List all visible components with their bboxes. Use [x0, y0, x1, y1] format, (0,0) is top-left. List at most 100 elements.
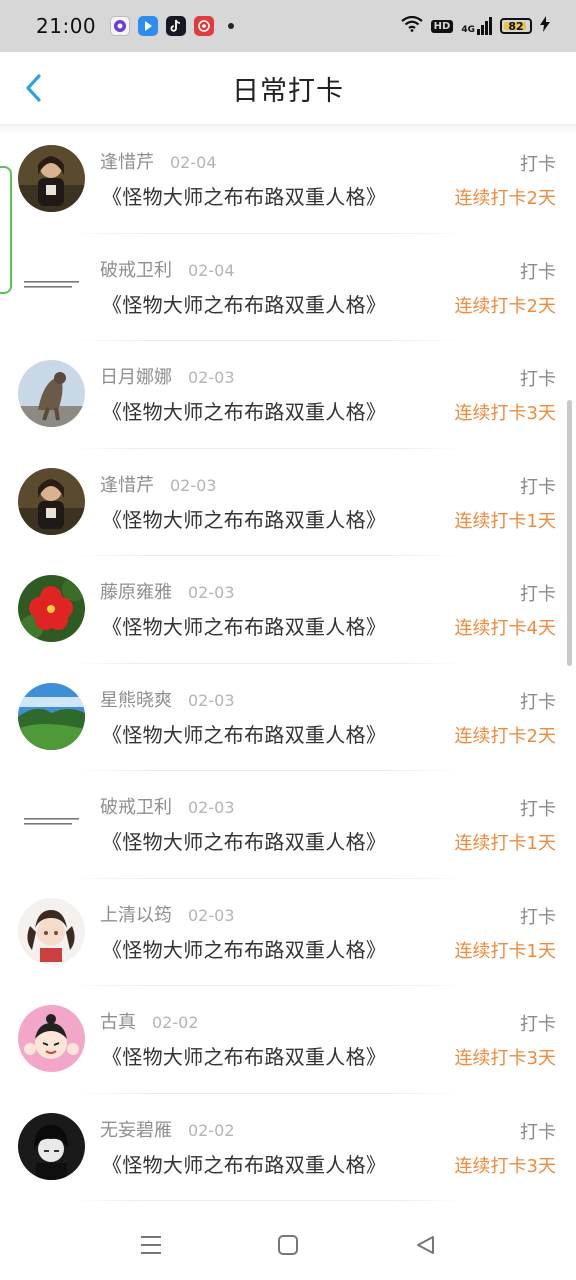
checkin-label: 打卡 [520, 906, 556, 928]
avatar-dark-anime[interactable] [18, 1112, 85, 1180]
streak-text: 连续打卡3天 [454, 1155, 556, 1177]
avatar-red-flower[interactable] [18, 575, 85, 642]
back-triangle-icon [417, 1236, 434, 1254]
checkin-row[interactable]: 上清以筠 02-03 《怪物大师之布布路双重人格》 打卡 连续打卡1天 [0, 879, 576, 986]
book-title[interactable]: 《怪物大师之布布路双重人格》 [102, 826, 386, 855]
checkin-row[interactable]: 逢惜芹 02-04 《怪物大师之布布路双重人格》 打卡 连续打卡2天 [0, 126, 576, 234]
wifi-icon [400, 15, 423, 36]
checkin-row[interactable]: 古真 02-02 《怪物大师之布布路双重人格》 打卡 连续打卡3天 [0, 986, 576, 1094]
book-title[interactable]: 《怪物大师之布布路双重人格》 [102, 396, 386, 425]
charging-icon [540, 16, 550, 36]
avatar-text-note[interactable] [18, 790, 85, 857]
page-header: 日常打卡 [0, 52, 576, 124]
name-line: 逢惜芹 02-04 [100, 148, 217, 174]
play-store-icon [138, 16, 159, 36]
streak-text: 连续打卡3天 [454, 403, 556, 424]
username[interactable]: 星熊晓爽 [100, 686, 172, 712]
name-line: 破戒卫利 02-04 [100, 256, 235, 282]
username[interactable]: 无妄碧雁 [100, 1116, 172, 1142]
name-line: 藤原雍雅 02-03 [100, 578, 235, 604]
battery-level: 82 [508, 19, 524, 33]
name-line: 上清以筠 02-03 [100, 901, 235, 927]
avatar-cat[interactable] [18, 360, 85, 427]
avatar-text-note[interactable] [18, 252, 85, 320]
checkin-label: 打卡 [520, 261, 556, 283]
checkin-label: 打卡 [520, 691, 556, 713]
checkin-date: 02-03 [188, 690, 235, 710]
checkin-date: 02-03 [188, 798, 235, 817]
checkin-label: 打卡 [520, 154, 556, 175]
browser-icon [110, 16, 131, 36]
row-divider [70, 1200, 466, 1201]
streak-text: 连续打卡1天 [454, 510, 556, 532]
checkin-label: 打卡 [520, 476, 556, 498]
avatar-landscape[interactable] [18, 682, 85, 750]
recent-apps-button[interactable] [138, 1232, 164, 1258]
name-line: 日月娜娜 02-03 [100, 363, 235, 389]
checkin-row[interactable]: 日月娜娜 02-03 《怪物大师之布布路双重人格》 打卡 连续打卡3天 [0, 341, 576, 449]
streak-text: 连续打卡2天 [454, 295, 556, 317]
username[interactable]: 逢惜芹 [100, 471, 154, 497]
network-type: 4G [461, 25, 475, 35]
streak-text: 连续打卡2天 [454, 725, 556, 747]
book-title[interactable]: 《怪物大师之布布路双重人格》 [102, 719, 386, 748]
menu-icon [141, 1236, 161, 1254]
avatar-photo-girl[interactable] [18, 467, 85, 535]
page-title: 日常打卡 [232, 75, 344, 107]
checkin-label: 打卡 [520, 369, 556, 390]
notification-dot [228, 23, 235, 29]
checkin-date: 02-03 [170, 475, 217, 495]
checkin-date: 02-04 [188, 260, 235, 280]
name-line: 破戒卫利 02-03 [100, 793, 235, 819]
home-icon [278, 1235, 298, 1255]
streak-text: 连续打卡2天 [454, 188, 556, 209]
back-button[interactable] [16, 70, 50, 106]
checkin-row[interactable]: 无妄碧雁 02-02 《怪物大师之布布路双重人格》 打卡 连续打卡3天 [0, 1094, 576, 1201]
username[interactable]: 破戒卫利 [100, 793, 172, 819]
status-time: 21:00 [36, 14, 97, 38]
book-title[interactable]: 《怪物大师之布布路双重人格》 [102, 611, 386, 640]
book-title[interactable]: 《怪物大师之布布路双重人格》 [102, 934, 386, 963]
signal-icon: 4G [461, 17, 492, 35]
checkin-row[interactable]: 逢惜芹 02-03 《怪物大师之布布路双重人格》 打卡 连续打卡1天 [0, 449, 576, 556]
status-bar: 21:00 HD 4G 82 [0, 0, 576, 52]
name-line: 逢惜芹 02-03 [100, 471, 217, 497]
streak-text: 连续打卡1天 [454, 940, 556, 962]
checkin-label: 打卡 [520, 1014, 556, 1035]
checkin-row[interactable]: 星熊晓爽 02-03 《怪物大师之布布路双重人格》 打卡 连续打卡2天 [0, 664, 576, 771]
system-nav-bar [0, 1210, 576, 1280]
checkin-label: 打卡 [520, 799, 556, 820]
username[interactable]: 日月娜娜 [100, 363, 172, 389]
checkin-row[interactable]: 破戒卫利 02-03 《怪物大师之布布路双重人格》 打卡 连续打卡1天 [0, 771, 576, 879]
username[interactable]: 古真 [100, 1008, 136, 1034]
checkin-row[interactable]: 藤原雍雅 02-03 《怪物大师之布布路双重人格》 打卡 连续打卡4天 [0, 556, 576, 664]
home-button[interactable] [275, 1232, 301, 1258]
username[interactable]: 逢惜芹 [100, 148, 154, 174]
book-title[interactable]: 《怪物大师之布布路双重人格》 [102, 504, 386, 533]
checkin-date: 02-02 [152, 1013, 199, 1032]
avatar-photo-girl[interactable] [18, 145, 85, 212]
checkin-label: 打卡 [520, 584, 556, 605]
chevron-left-icon [26, 74, 41, 102]
name-line: 无妄碧雁 02-02 [100, 1116, 235, 1142]
checkin-date: 02-03 [188, 583, 235, 602]
battery-icon: 82 [500, 18, 532, 34]
username[interactable]: 藤原雍雅 [100, 578, 172, 604]
side-drawer-handle[interactable] [0, 166, 12, 294]
avatar-pink-cartoon[interactable] [18, 1005, 85, 1072]
book-title[interactable]: 《怪物大师之布布路双重人格》 [102, 181, 386, 210]
checkin-date: 02-03 [188, 905, 235, 925]
checkin-date: 02-03 [188, 368, 235, 387]
username[interactable]: 破戒卫利 [100, 256, 172, 282]
checkin-list[interactable]: 逢惜芹 02-04 《怪物大师之布布路双重人格》 打卡 连续打卡2天 破戒卫利 … [0, 126, 576, 1210]
book-title[interactable]: 《怪物大师之布布路双重人格》 [102, 1041, 386, 1070]
username[interactable]: 上清以筠 [100, 901, 172, 927]
checkin-row[interactable]: 破戒卫利 02-04 《怪物大师之布布路双重人格》 打卡 连续打卡2天 [0, 234, 576, 341]
avatar-anime-girl[interactable] [18, 897, 85, 965]
scrollbar[interactable] [567, 400, 572, 666]
book-title[interactable]: 《怪物大师之布布路双重人格》 [102, 1149, 386, 1178]
checkin-date: 02-02 [188, 1120, 235, 1140]
book-title[interactable]: 《怪物大师之布布路双重人格》 [102, 289, 386, 318]
system-back-button[interactable] [412, 1232, 438, 1258]
checkin-date: 02-04 [170, 153, 217, 172]
